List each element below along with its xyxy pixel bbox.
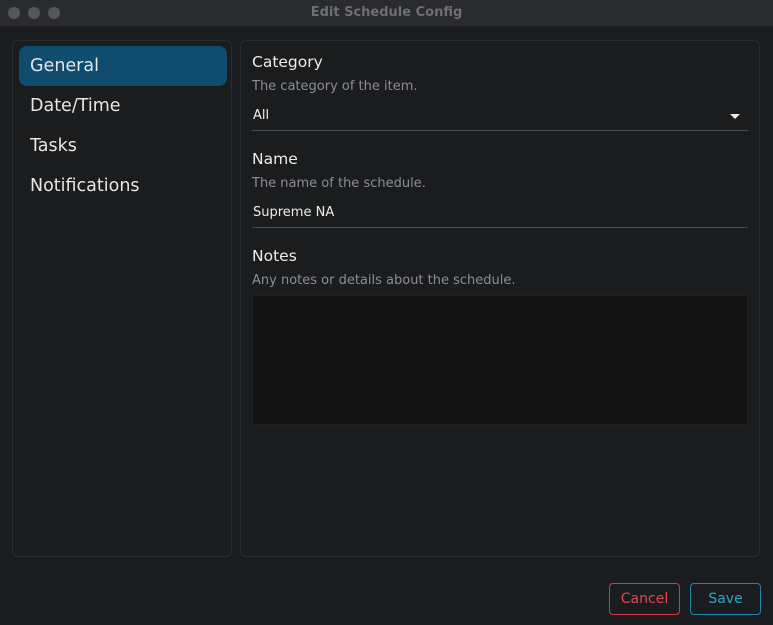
notes-description: Any notes or details about the schedule. xyxy=(252,273,516,288)
category-select[interactable]: All xyxy=(252,103,748,131)
notes-textarea[interactable] xyxy=(252,295,748,425)
sidebar-item-notifications[interactable]: Notifications xyxy=(19,166,227,206)
sidebar-item-general[interactable]: General xyxy=(19,46,227,86)
notes-label: Notes xyxy=(252,247,297,265)
settings-panel: Category The category of the item. All N… xyxy=(240,40,760,557)
category-description: The category of the item. xyxy=(252,79,418,94)
chevron-down-icon xyxy=(730,114,740,119)
cancel-button[interactable]: Cancel xyxy=(609,583,680,615)
save-button[interactable]: Save xyxy=(690,583,761,615)
name-description: The name of the schedule. xyxy=(252,176,426,191)
name-label: Name xyxy=(252,150,298,168)
sidebar-item-date-time[interactable]: Date/Time xyxy=(19,86,227,126)
name-input[interactable]: Supreme NA xyxy=(252,200,748,228)
title-bar: Edit Schedule Config xyxy=(0,0,773,26)
category-select-value: All xyxy=(253,108,270,123)
category-label: Category xyxy=(252,53,323,71)
sidebar-item-tasks[interactable]: Tasks xyxy=(19,126,227,166)
edit-schedule-config-window: Edit Schedule Config General Date/Time T… xyxy=(0,0,773,625)
sidebar: General Date/Time Tasks Notifications xyxy=(12,40,232,557)
window-title: Edit Schedule Config xyxy=(310,5,463,20)
